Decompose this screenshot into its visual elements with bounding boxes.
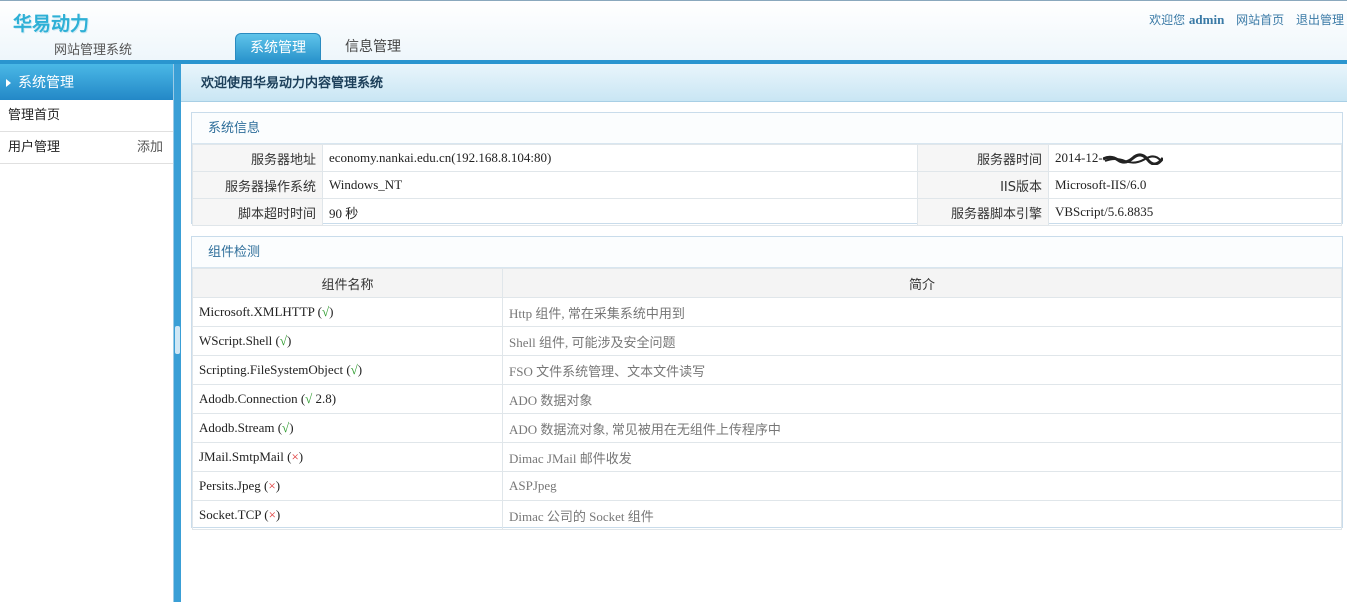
cross-icon: ×	[268, 507, 276, 522]
sidebar-splitter[interactable]	[173, 64, 181, 602]
table-row: JMail.SmtpMail (×) Dimac JMail 邮件收发	[192, 442, 1342, 472]
site-home-link[interactable]: 网站首页	[1236, 13, 1284, 27]
component-name: Scripting.FileSystemObject (√)	[192, 355, 503, 385]
table-row: 服务器地址 economy.nankai.edu.cn(192.168.8.10…	[192, 144, 1342, 172]
top-header: 华易动力 网站管理系统 系统管理 信息管理 欢迎您 admin 网站首页 退出管…	[0, 0, 1347, 61]
component-desc: Shell 组件, 可能涉及安全问题	[502, 326, 1342, 356]
page-title: 欢迎使用华易动力内容管理系统	[181, 64, 1347, 102]
column-header-desc: 简介	[502, 268, 1342, 298]
triangle-right-icon	[6, 79, 11, 87]
username: admin	[1188, 12, 1225, 27]
top-links: 欢迎您 admin 网站首页 退出管理	[1141, 11, 1344, 28]
logout-link[interactable]: 退出管理	[1296, 13, 1344, 27]
cross-icon: ×	[291, 449, 299, 464]
system-info-panel: 系统信息 服务器地址 economy.nankai.edu.cn(192.168…	[191, 112, 1343, 226]
component-desc: Http 组件, 常在采集系统中用到	[502, 297, 1342, 327]
sidebar-item-label: 管理首页	[8, 108, 61, 123]
tab-info-management[interactable]: 信息管理	[331, 33, 415, 61]
collapse-handle[interactable]	[175, 326, 180, 354]
component-desc: ASPJpeg	[502, 471, 1342, 501]
script-engine-label: 服务器脚本引擎	[917, 198, 1049, 226]
add-user-link[interactable]: 添加	[137, 132, 163, 163]
check-icon: √	[350, 362, 358, 377]
component-name: Microsoft.XMLHTTP (√)	[192, 297, 503, 327]
script-timeout-label: 脚本超时时间	[192, 198, 323, 226]
sidebar-header[interactable]: 系统管理	[0, 64, 173, 100]
script-engine-value: VBScript/5.6.8835	[1048, 198, 1342, 226]
main-content: 欢迎使用华易动力内容管理系统 系统信息 服务器地址 economy.nankai…	[181, 64, 1347, 602]
sidebar: 系统管理 管理首页 用户管理 添加	[0, 64, 173, 602]
tab-system-management[interactable]: 系统管理	[235, 33, 321, 61]
welcome-text: 欢迎您 admin	[1149, 12, 1225, 27]
redaction-scribble	[1102, 153, 1163, 166]
table-row: Adodb.Connection (√ 2.8) ADO 数据对象	[192, 384, 1342, 414]
cross-icon: ×	[268, 478, 276, 493]
component-check-title: 组件检测	[192, 237, 1342, 268]
component-name: Socket.TCP (×)	[192, 500, 503, 530]
server-address-value: economy.nankai.edu.cn(192.168.8.104:80)	[322, 144, 918, 172]
table-row: Persits.Jpeg (×) ASPJpeg	[192, 471, 1342, 501]
component-name: Adodb.Stream (√)	[192, 413, 503, 443]
system-info-title: 系统信息	[192, 113, 1342, 144]
component-desc: ADO 数据流对象, 常见被用在无组件上传程序中	[502, 413, 1342, 443]
table-row: 脚本超时时间 90 秒 服务器脚本引擎 VBScript/5.6.8835	[192, 198, 1342, 226]
component-check-panel: 组件检测 组件名称 简介 Microsoft.XMLHTTP (√) Http 组…	[191, 236, 1343, 530]
iis-version-label: IIS版本	[917, 171, 1049, 199]
component-desc: Dimac JMail 邮件收发	[502, 442, 1342, 472]
table-row: 服务器操作系统 Windows_NT IIS版本 Microsoft-IIS/6…	[192, 171, 1342, 199]
system-info-table: 服务器地址 economy.nankai.edu.cn(192.168.8.10…	[192, 144, 1342, 226]
component-desc: FSO 文件系统管理、文本文件读写	[502, 355, 1342, 385]
sidebar-title: 系统管理	[18, 75, 74, 91]
component-name: Persits.Jpeg (×)	[192, 471, 503, 501]
sidebar-item-user-management[interactable]: 用户管理 添加	[0, 132, 173, 164]
component-table: 组件名称 简介 Microsoft.XMLHTTP (√) Http 组件, 常在…	[192, 268, 1342, 530]
column-header-name: 组件名称	[192, 268, 503, 298]
table-row: Socket.TCP (×) Dimac 公司的 Socket 组件	[192, 500, 1342, 530]
server-address-label: 服务器地址	[192, 144, 323, 172]
script-timeout-value: 90 秒	[322, 198, 918, 226]
table-row: Adodb.Stream (√) ADO 数据流对象, 常见被用在无组件上传程序中	[192, 413, 1342, 443]
server-os-label: 服务器操作系统	[192, 171, 323, 199]
server-os-value: Windows_NT	[322, 171, 918, 199]
table-row: WScript.Shell (√) Shell 组件, 可能涉及安全问题	[192, 326, 1342, 356]
component-name: Adodb.Connection (√ 2.8)	[192, 384, 503, 414]
component-desc: ADO 数据对象	[502, 384, 1342, 414]
sidebar-item-label: 用户管理	[8, 140, 61, 155]
component-name: JMail.SmtpMail (×)	[192, 442, 503, 472]
check-icon: √	[279, 333, 288, 348]
component-desc: Dimac 公司的 Socket 组件	[502, 500, 1342, 530]
table-header-row: 组件名称 简介	[192, 268, 1342, 298]
site-logo: 华易动力	[13, 13, 90, 35]
component-name: WScript.Shell (√)	[192, 326, 503, 356]
site-subtitle: 网站管理系统	[54, 43, 133, 58]
sidebar-item-admin-home[interactable]: 管理首页	[0, 100, 173, 132]
table-row: Scripting.FileSystemObject (√) FSO 文件系统管理…	[192, 355, 1342, 385]
server-time-label: 服务器时间	[917, 144, 1049, 172]
table-row: Microsoft.XMLHTTP (√) Http 组件, 常在采集系统中用到	[192, 297, 1342, 327]
iis-version-value: Microsoft-IIS/6.0	[1048, 171, 1342, 199]
server-time-value: 2014-12-	[1048, 144, 1342, 172]
